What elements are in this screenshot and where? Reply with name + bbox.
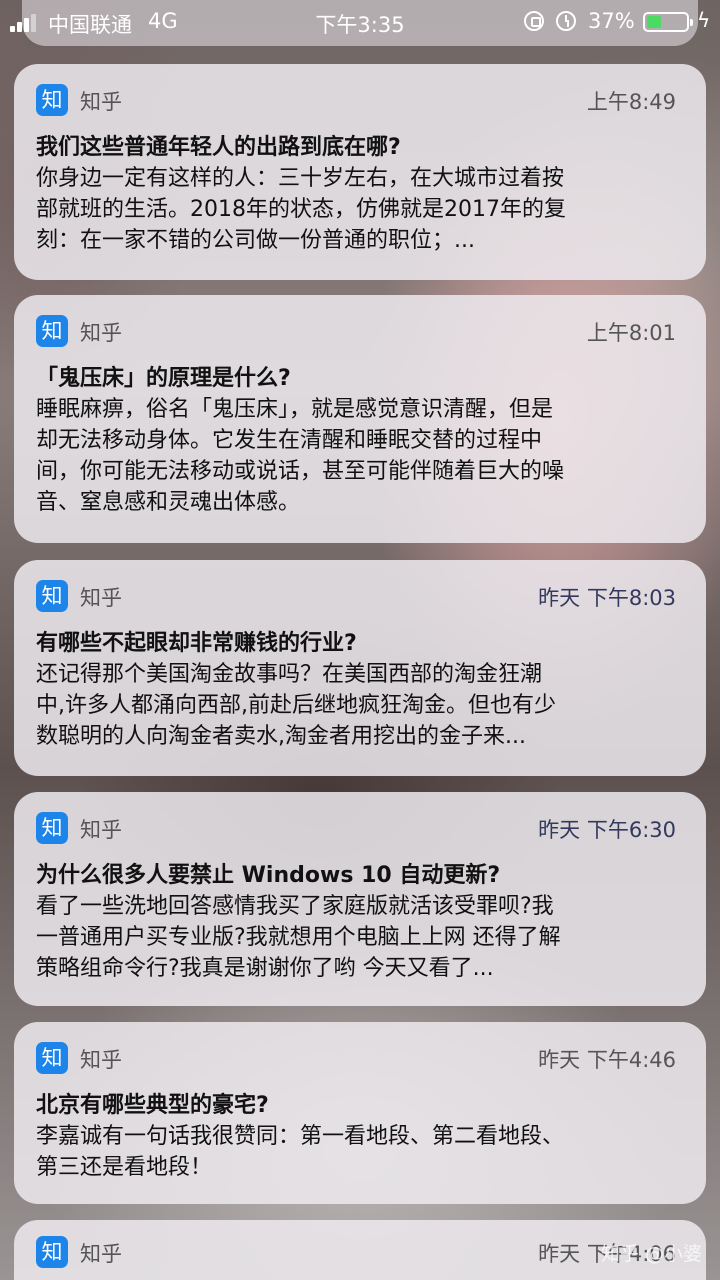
charging-bolt-icon: ϟ [697, 8, 711, 32]
battery-percent: 37% [588, 9, 635, 33]
notification-body-line: 策略组命令行?我真是谢谢你了哟 今天又看了... [36, 956, 494, 981]
notification-card[interactable]: 知 知乎 上午8:01 「鬼压床」的原理是什么? 睡眠麻痹，俗名「鬼压床」，就是… [14, 295, 706, 543]
notification-body-line: 你身边一定有这样的人：三十岁左右，在大城市过着按 [36, 166, 565, 191]
notification-body-line: 却无法移动身体。它发生在清醒和睡眠交替的过程中 [36, 428, 543, 453]
notification-card[interactable]: 知 知乎 上午8:49 我们这些普通年轻人的出路到底在哪? 你身边一定有这样的人… [14, 64, 706, 280]
app-name: 知乎 [80, 1242, 122, 1266]
app-name: 知乎 [80, 818, 122, 842]
notification-title: 为什么很多人要禁止 Windows 10 自动更新? [36, 863, 501, 888]
rotation-lock-icon [524, 11, 544, 31]
notification-body-line: 第三还是看地段！ [36, 1155, 213, 1180]
notification-body-line: 一普通用户买专业版?我就想用个电脑上上网 还得了解 [36, 925, 561, 950]
notification-body-line: 睡眠麻痹，俗名「鬼压床」，就是感觉意识清醒，但是 [36, 397, 554, 422]
notification-card[interactable]: 知 知乎 昨天 下午6:30 为什么很多人要禁止 Windows 10 自动更新… [14, 792, 706, 1006]
notification-body-line: 间，你可能无法移动或说话，甚至可能伴随着巨大的噪 [36, 459, 565, 484]
notification-time: 昨天 下午6:30 [538, 818, 676, 842]
zhihu-app-icon: 知 [36, 812, 68, 844]
app-name: 知乎 [80, 90, 122, 114]
notification-body-line: 还记得那个美国淘金故事吗？在美国西部的淘金狂潮 [36, 662, 543, 687]
status-bar: 中国联通 4G 下午3:35 37% ϟ [0, 0, 720, 44]
battery-icon [643, 12, 693, 32]
notification-title: 我们这些普通年轻人的出路到底在哪? [36, 135, 401, 160]
zhihu-app-icon: 知 [36, 1042, 68, 1074]
notification-time: 昨天 下午4:46 [538, 1048, 676, 1072]
notification-time: 上午8:01 [586, 321, 676, 345]
app-name: 知乎 [80, 586, 122, 610]
notification-body-line: 刻：在一家不错的公司做一份普通的职位；... [36, 228, 475, 253]
zhihu-app-icon: 知 [36, 1236, 68, 1268]
zhihu-app-icon: 知 [36, 84, 68, 116]
notification-body-line: 中,许多人都涌向西部,前赴后继地疯狂淘金。但也有少 [36, 693, 556, 718]
notification-title: 「鬼压床」的原理是什么? [36, 366, 291, 391]
alarm-icon [556, 11, 576, 31]
notification-body-line: 看了一些洗地回答感情我买了家庭版就活该受罪呗?我 [36, 894, 554, 919]
notification-body-line: 音、窒息感和灵魂出体感。 [36, 490, 301, 515]
notification-body-line: 李嘉诚有一句话我很赞同：第一看地段、第二看地段、 [36, 1124, 565, 1149]
watermark: 知乎 @小婆 [600, 1243, 702, 1265]
notification-body-line: 数聪明的人向淘金者卖水,淘金者用挖出的金子来... [36, 724, 526, 749]
notification-body-line: 部就班的生活。2018年的状态，仿佛就是2017年的复 [36, 197, 566, 222]
zhihu-app-icon: 知 [36, 580, 68, 612]
notification-time: 上午8:49 [586, 90, 676, 114]
app-name: 知乎 [80, 321, 122, 345]
notification-title: 北京有哪些典型的豪宅? [36, 1093, 269, 1118]
notification-time: 昨天 下午8:03 [538, 586, 676, 610]
notification-card[interactable]: 知 知乎 昨天 下午8:03 有哪些不起眼却非常赚钱的行业? 还记得那个美国淘金… [14, 560, 706, 776]
zhihu-app-icon: 知 [36, 315, 68, 347]
notification-title: 有哪些不起眼却非常赚钱的行业? [36, 631, 357, 656]
notification-card[interactable]: 知 知乎 昨天 下午4:46 北京有哪些典型的豪宅? 李嘉诚有一句话我很赞同：第… [14, 1022, 706, 1204]
app-name: 知乎 [80, 1048, 122, 1072]
